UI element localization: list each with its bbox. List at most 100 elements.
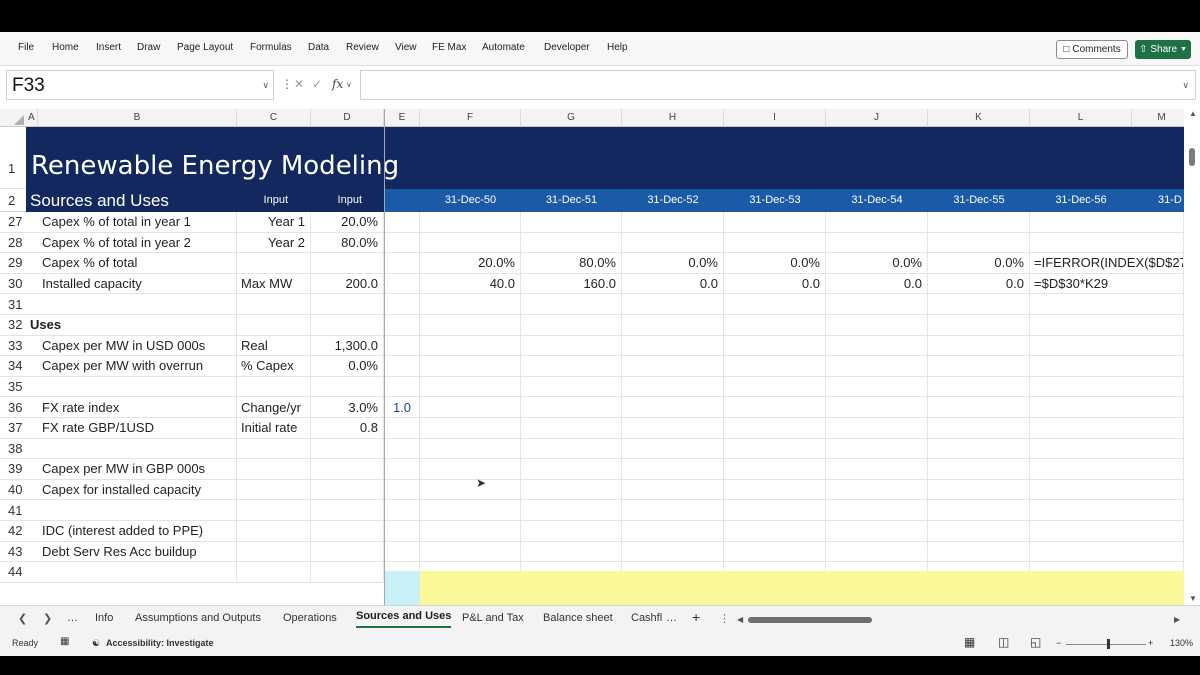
cell-e38[interactable] — [385, 438, 420, 459]
comments-button[interactable]: □ Comments — [1056, 40, 1128, 59]
more-options-icon[interactable]: ⋮ — [719, 612, 730, 625]
cell-e31[interactable] — [385, 294, 420, 314]
cell-k36[interactable] — [928, 397, 1030, 417]
menu-view[interactable]: View — [395, 42, 417, 53]
cell-h41[interactable] — [622, 500, 724, 520]
cell-b34[interactable]: Capex per MW with overrun — [38, 356, 237, 376]
cell-i33[interactable] — [724, 335, 826, 356]
cell-c42[interactable] — [237, 521, 311, 541]
next-sheet-icon[interactable]: ❯ — [43, 612, 52, 625]
sheet-tab-sources-and-uses[interactable]: Sources and Uses — [356, 610, 452, 628]
cell-f34[interactable] — [420, 356, 521, 376]
cell-k31[interactable] — [928, 294, 1030, 314]
cell-h37[interactable] — [622, 418, 724, 438]
cell-j31[interactable] — [826, 294, 928, 314]
cell-d35[interactable] — [311, 376, 384, 397]
chevron-down-icon[interactable]: ∨ — [262, 80, 269, 91]
input-header[interactable]: Input — [237, 189, 293, 211]
more-options-icon[interactable]: ⋮ — [281, 77, 293, 91]
date-header[interactable]: 31-Dec-51 — [521, 189, 622, 211]
select-all-corner[interactable] — [0, 109, 26, 127]
cell-k40[interactable] — [928, 479, 1030, 500]
cell-f43[interactable] — [420, 541, 521, 562]
menu-home[interactable]: Home — [52, 42, 79, 53]
row-header[interactable]: 38 — [0, 438, 26, 459]
cell-i40[interactable] — [724, 479, 826, 500]
cell-d43[interactable] — [311, 541, 384, 562]
cell-f40[interactable] — [420, 479, 521, 500]
cell-g43[interactable] — [521, 541, 622, 562]
cell-e30[interactable] — [385, 273, 420, 294]
cell-i28[interactable] — [724, 232, 826, 253]
column-header-b[interactable]: B — [38, 109, 237, 127]
cell-c37[interactable]: Initial rate — [237, 418, 311, 438]
cell-h39[interactable] — [622, 459, 724, 479]
row-header[interactable]: 39 — [0, 459, 26, 479]
cell-c31[interactable] — [237, 294, 311, 314]
input-header[interactable]: Input — [311, 189, 367, 211]
cell-b35[interactable] — [38, 376, 237, 397]
cell-j28[interactable] — [826, 232, 928, 253]
cell-j37[interactable] — [826, 418, 928, 438]
cell-f30[interactable]: 40.0 — [420, 273, 521, 294]
row-header[interactable]: 1 — [0, 127, 26, 188]
cell-i42[interactable] — [724, 521, 826, 541]
cell-f42[interactable] — [420, 521, 521, 541]
cell-h31[interactable] — [622, 294, 724, 314]
row-header[interactable]: 2 — [0, 189, 26, 211]
column-header-j[interactable]: J — [826, 109, 928, 127]
cell-d30[interactable]: 200.0 — [311, 273, 384, 294]
cell-i43[interactable] — [724, 541, 826, 562]
cell-l28[interactable] — [1030, 232, 1184, 253]
cell-l34[interactable] — [1030, 356, 1184, 376]
cell-g40[interactable] — [521, 479, 622, 500]
cell-j34[interactable] — [826, 356, 928, 376]
cell-c35[interactable] — [237, 376, 311, 397]
menu-fe-max[interactable]: FE Max — [432, 42, 466, 53]
cell-h38[interactable] — [622, 438, 724, 459]
row-header[interactable]: 28 — [0, 232, 26, 253]
cell-h28[interactable] — [622, 232, 724, 253]
cell-c41[interactable] — [237, 500, 311, 520]
cell-i34[interactable] — [724, 356, 826, 376]
cell-b32[interactable] — [38, 315, 237, 335]
cell-e33[interactable] — [385, 335, 420, 356]
cell-l30[interactable]: =$D$30*K29 — [1030, 273, 1184, 294]
add-sheet-button[interactable]: + — [692, 609, 700, 625]
spreadsheet-grid[interactable]: ABCDEFGHIJKLM 1 Renewable Energy Modelin… — [0, 109, 1184, 605]
cell-d31[interactable] — [311, 294, 384, 314]
zoom-in-button[interactable]: + — [1148, 638, 1153, 648]
row-header[interactable]: 40 — [0, 479, 26, 500]
sheet-tab-info[interactable]: Info — [95, 612, 113, 624]
cell-d37[interactable]: 0.8 — [311, 418, 384, 438]
cell-f39[interactable] — [420, 459, 521, 479]
menu-review[interactable]: Review — [346, 42, 379, 53]
cell-d41[interactable] — [311, 500, 384, 520]
cell-f29[interactable]: 20.0% — [420, 253, 521, 273]
cell-b29[interactable]: Capex % of total — [38, 253, 237, 273]
cell-j43[interactable] — [826, 541, 928, 562]
cell-b44[interactable] — [38, 562, 237, 582]
cell-g32[interactable] — [521, 315, 622, 335]
cell-g27[interactable] — [521, 212, 622, 232]
cell-k35[interactable] — [928, 376, 1030, 397]
cell-f33[interactable] — [420, 335, 521, 356]
cell-k29[interactable]: 0.0% — [928, 253, 1030, 273]
cell-b31[interactable] — [38, 294, 237, 314]
horizontal-scrollbar-thumb[interactable] — [748, 617, 872, 623]
cell-e36[interactable]: 1.0 — [385, 397, 420, 417]
cell-i31[interactable] — [724, 294, 826, 314]
cell-d33[interactable]: 1,300.0 — [311, 335, 384, 356]
cell-c30[interactable]: Max MW — [237, 273, 311, 294]
cell-l43[interactable] — [1030, 541, 1184, 562]
cell-b27[interactable]: Capex % of total in year 1 — [38, 212, 237, 232]
menu-page-layout[interactable]: Page Layout — [177, 42, 233, 53]
column-header-m[interactable]: M — [1132, 109, 1184, 127]
sheet-tab-cashfl[interactable]: Cashfl — [631, 612, 662, 624]
cell-l33[interactable] — [1030, 335, 1184, 356]
cell-k28[interactable] — [928, 232, 1030, 253]
column-header-e[interactable]: E — [385, 109, 420, 127]
cell-i36[interactable] — [724, 397, 826, 417]
cell-d36[interactable]: 3.0% — [311, 397, 384, 417]
menu-developer[interactable]: Developer — [544, 42, 590, 53]
